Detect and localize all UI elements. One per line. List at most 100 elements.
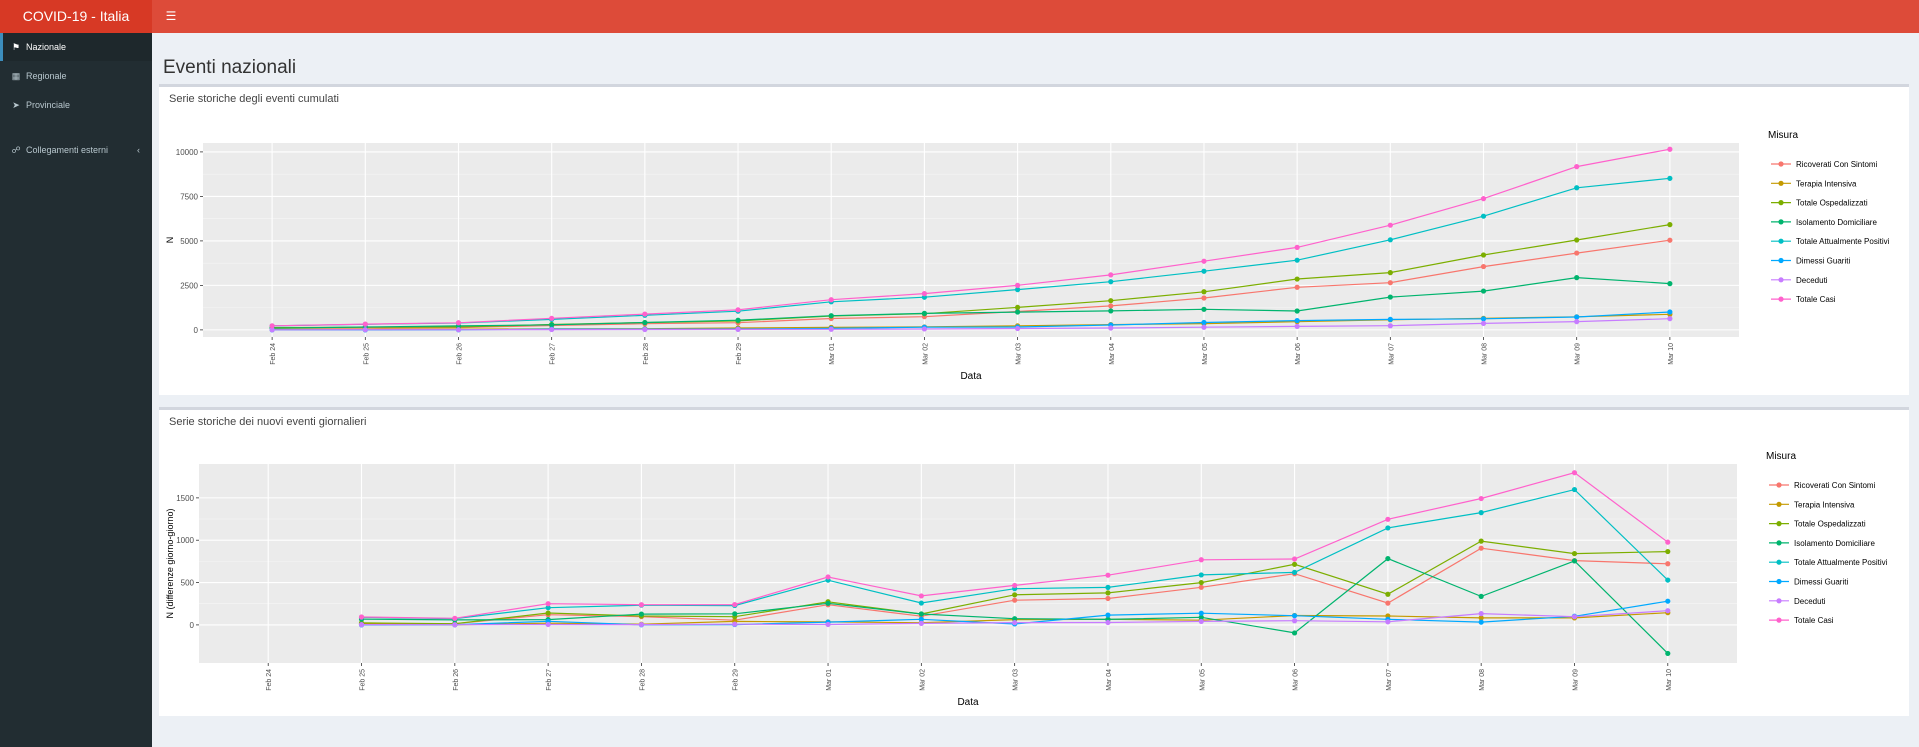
- legend-label: Terapia Intensiva: [1794, 500, 1855, 509]
- legend-key-point: [1778, 277, 1784, 283]
- data-point: [1571, 614, 1578, 620]
- data-point: [1291, 561, 1298, 567]
- data-point: [362, 327, 368, 333]
- data-point: [1571, 550, 1578, 557]
- data-point: [1108, 272, 1114, 278]
- y-tick-label: 1000: [176, 536, 194, 545]
- data-point: [1387, 323, 1393, 329]
- legend-label: Totale Ospedalizzati: [1796, 199, 1868, 208]
- sidebar-item-nazionale[interactable]: ⚑ Nazionale: [0, 33, 152, 61]
- y-tick-label: 500: [181, 579, 195, 588]
- x-tick-label: Mar 01: [826, 669, 833, 691]
- data-point: [358, 622, 365, 628]
- data-point: [1387, 222, 1393, 228]
- data-point: [1201, 306, 1207, 312]
- sidebar-item-label: Nazionale: [26, 42, 67, 52]
- data-point: [825, 621, 831, 628]
- x-tick-label: Feb 24: [270, 343, 277, 365]
- x-tick-label: Mar 01: [829, 343, 836, 365]
- data-point: [1294, 276, 1300, 282]
- x-tick-label: Mar 03: [1016, 343, 1023, 365]
- legend-key-point: [1776, 501, 1782, 507]
- data-point: [1667, 309, 1673, 315]
- data-point: [918, 600, 924, 606]
- data-point: [1574, 164, 1580, 170]
- legend-title: Misura: [1766, 451, 1796, 462]
- data-point: [452, 622, 458, 628]
- y-axis-title: N (differenze giorno-giorno): [165, 509, 175, 619]
- y-tick-label: 1500: [176, 494, 194, 503]
- data-point: [1385, 516, 1391, 522]
- legend-label: Ricoverati Con Sintomi: [1796, 160, 1878, 169]
- legend-key-point: [1776, 578, 1782, 585]
- data-point: [825, 574, 831, 580]
- x-tick-label: Mar 05: [1199, 669, 1206, 691]
- legend-key-point: [1776, 482, 1782, 488]
- data-point: [642, 319, 648, 326]
- y-tick-label: 0: [194, 326, 199, 335]
- legend-key-point: [1776, 521, 1782, 527]
- x-tick-label: Mar 08: [1479, 669, 1486, 691]
- data-point: [1667, 175, 1673, 181]
- data-point: [642, 311, 648, 317]
- data-point: [1571, 558, 1578, 564]
- data-point: [1667, 316, 1673, 322]
- data-point: [1291, 630, 1298, 636]
- legend-label: Terapia Intensiva: [1796, 179, 1857, 188]
- legend-title: Misura: [1768, 130, 1798, 141]
- data-point: [1105, 590, 1111, 596]
- x-tick-label: Mar 07: [1388, 343, 1395, 365]
- data-point: [1014, 282, 1021, 288]
- sidebar-item-collegamenti-esterni[interactable]: ☍ Collegamenti esterni ‹: [0, 136, 152, 164]
- data-point: [1387, 294, 1393, 300]
- data-point: [1291, 569, 1298, 575]
- panel-cumulative: Serie storiche degli eventi cumulati 0 25…: [159, 84, 1909, 395]
- data-point: [1108, 308, 1114, 314]
- data-point: [1108, 298, 1114, 304]
- x-tick-label: Feb 25: [360, 669, 367, 691]
- panel-daily: Serie storiche dei nuovi eventi giornali…: [159, 407, 1909, 716]
- sidebar-toggle-button[interactable]: ☰: [160, 0, 182, 33]
- sidebar-item-regionale[interactable]: ▦ Regionale: [0, 62, 152, 90]
- data-point: [1387, 270, 1393, 276]
- legend-key-point: [1778, 161, 1784, 167]
- legend-key-point: [1778, 219, 1784, 225]
- legend-label: Deceduti: [1794, 597, 1826, 606]
- data-point: [1574, 319, 1580, 325]
- x-tick-label: Mar 07: [1386, 669, 1393, 691]
- data-point: [918, 593, 924, 599]
- data-point: [1108, 303, 1114, 309]
- data-point: [1014, 325, 1021, 332]
- data-point: [1478, 538, 1484, 544]
- data-point: [918, 611, 924, 617]
- x-tick-label: Feb 28: [643, 343, 650, 365]
- data-point: [732, 611, 738, 617]
- x-tick-label: Mar 02: [919, 669, 926, 691]
- data-point: [1665, 548, 1671, 555]
- data-point: [1294, 284, 1300, 290]
- legend-key-point: [1778, 238, 1784, 244]
- data-point: [642, 326, 648, 333]
- x-tick-label: Mar 06: [1295, 343, 1302, 365]
- chart-cumulative: 0 2500 5000 7500 10000 Feb 24 Feb 25 Feb 26 Feb …: [165, 130, 1890, 382]
- data-point: [1201, 258, 1207, 264]
- legend-key-point: [1778, 296, 1784, 302]
- x-tick-label: Mar 02: [922, 343, 929, 365]
- data-point: [1478, 545, 1484, 551]
- data-point: [1105, 584, 1111, 590]
- data-point: [1105, 619, 1111, 626]
- data-point: [1387, 316, 1393, 322]
- data-point: [1665, 539, 1671, 545]
- data-point: [1012, 582, 1018, 589]
- data-point: [1294, 308, 1300, 314]
- sidebar-item-provinciale[interactable]: ➤ Provinciale: [0, 91, 152, 119]
- map-icon: ▦: [11, 71, 21, 81]
- x-axis-title: Data: [957, 697, 979, 708]
- app-title[interactable]: COVID-19 - Italia: [0, 0, 152, 33]
- data-point: [735, 317, 741, 323]
- data-point: [1667, 281, 1673, 287]
- data-point: [549, 315, 555, 321]
- x-tick-label: Mar 03: [1013, 669, 1020, 691]
- data-point: [732, 621, 738, 627]
- x-tick-label: Mar 10: [1666, 669, 1673, 691]
